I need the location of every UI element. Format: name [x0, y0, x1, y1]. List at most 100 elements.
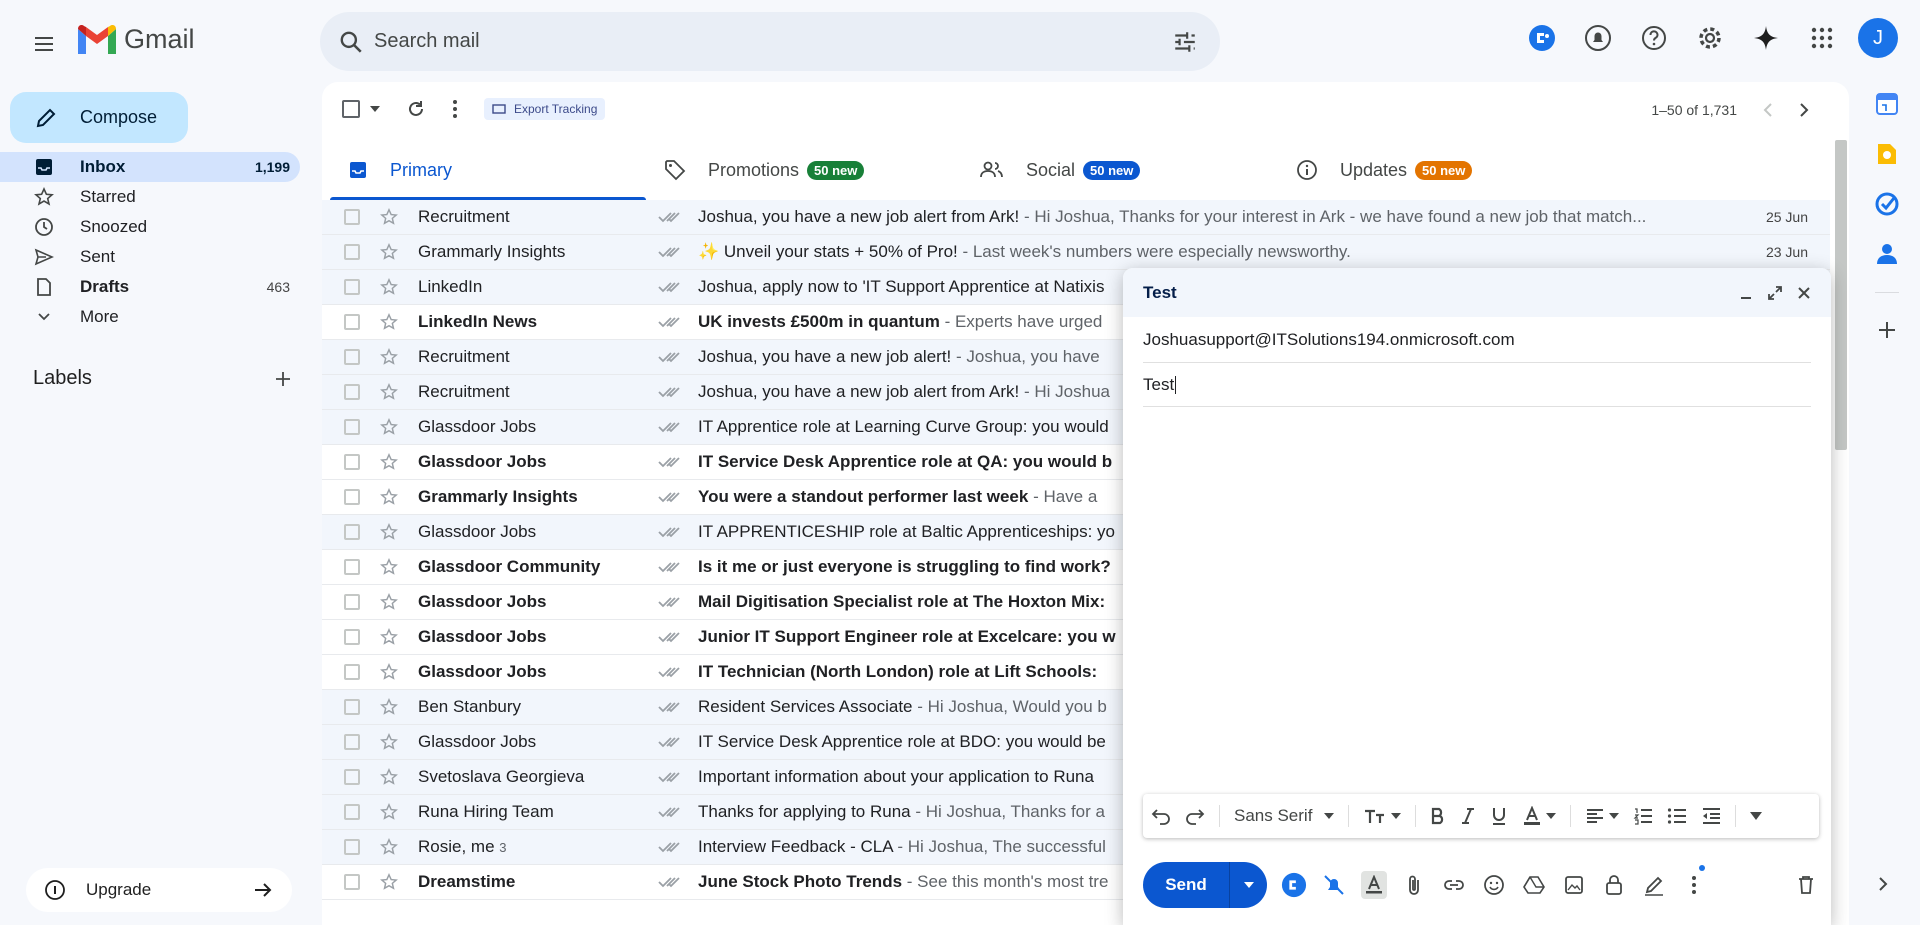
- insert-photo-icon[interactable]: [1561, 875, 1587, 895]
- row-checkbox[interactable]: [344, 594, 360, 610]
- font-size-icon[interactable]: [1363, 807, 1402, 825]
- expand-panel-icon[interactable]: [1877, 876, 1889, 892]
- send-button[interactable]: Send: [1143, 862, 1229, 908]
- extension-icon[interactable]: [1281, 872, 1307, 898]
- indent-less-icon[interactable]: [1701, 807, 1721, 825]
- gmail-logo[interactable]: Gmail: [78, 24, 195, 55]
- search-icon[interactable]: [338, 29, 364, 55]
- signature-pen-icon[interactable]: [1641, 874, 1667, 896]
- row-checkbox[interactable]: [344, 804, 360, 820]
- minimize-icon[interactable]: [1739, 286, 1753, 300]
- row-checkbox[interactable]: [344, 664, 360, 680]
- chevron-right-icon[interactable]: [1799, 102, 1809, 118]
- export-tracking-button[interactable]: Export Tracking: [484, 98, 606, 120]
- star-icon[interactable]: [380, 768, 398, 786]
- bold-icon[interactable]: [1430, 807, 1446, 825]
- row-checkbox[interactable]: [344, 349, 360, 365]
- star-icon[interactable]: [380, 348, 398, 366]
- star-icon[interactable]: [380, 383, 398, 401]
- row-checkbox[interactable]: [344, 489, 360, 505]
- star-icon[interactable]: [380, 558, 398, 576]
- row-checkbox[interactable]: [344, 314, 360, 330]
- apps-grid-icon[interactable]: [1802, 18, 1842, 58]
- row-checkbox[interactable]: [344, 524, 360, 540]
- more-vert-icon[interactable]: [452, 99, 458, 119]
- row-checkbox[interactable]: [344, 734, 360, 750]
- search-input[interactable]: [374, 12, 1134, 71]
- tab-updates[interactable]: Updates 50 new: [1278, 140, 1594, 200]
- notification-off-icon[interactable]: [1321, 873, 1347, 897]
- drive-icon[interactable]: [1521, 875, 1547, 895]
- star-icon[interactable]: [380, 208, 398, 226]
- upgrade-button[interactable]: Upgrade: [26, 868, 292, 912]
- italic-icon[interactable]: [1460, 807, 1476, 825]
- star-icon[interactable]: [380, 733, 398, 751]
- underline-icon[interactable]: [1490, 806, 1508, 826]
- row-checkbox[interactable]: [344, 454, 360, 470]
- row-checkbox[interactable]: [344, 559, 360, 575]
- search-options-icon[interactable]: [1172, 29, 1198, 55]
- calendar-icon[interactable]: [1875, 92, 1899, 116]
- numbered-list-icon[interactable]: [1633, 807, 1653, 825]
- star-icon[interactable]: [380, 313, 398, 331]
- refresh-icon[interactable]: [406, 99, 426, 119]
- main-menu-button[interactable]: [24, 24, 64, 64]
- insert-link-icon[interactable]: [1441, 878, 1467, 892]
- star-icon[interactable]: [380, 698, 398, 716]
- align-icon[interactable]: [1585, 807, 1620, 825]
- row-checkbox[interactable]: [344, 384, 360, 400]
- chevron-left-icon[interactable]: [1763, 102, 1773, 118]
- row-checkbox[interactable]: [344, 839, 360, 855]
- row-checkbox[interactable]: [344, 209, 360, 225]
- tab-primary[interactable]: Primary: [330, 140, 646, 200]
- redo-icon[interactable]: [1185, 807, 1205, 825]
- keep-icon[interactable]: [1876, 142, 1898, 166]
- subject-field[interactable]: Test: [1143, 363, 1811, 407]
- star-icon[interactable]: [380, 488, 398, 506]
- select-all-checkbox[interactable]: [342, 100, 380, 118]
- star-icon[interactable]: [380, 523, 398, 541]
- sidebar-item-more[interactable]: More: [0, 302, 300, 332]
- star-icon[interactable]: [380, 243, 398, 261]
- font-family-select[interactable]: Sans Serif: [1234, 806, 1335, 826]
- tab-social[interactable]: Social 50 new: [962, 140, 1278, 200]
- row-checkbox[interactable]: [344, 419, 360, 435]
- settings-gear-icon[interactable]: [1690, 18, 1730, 58]
- row-checkbox[interactable]: [344, 699, 360, 715]
- star-icon[interactable]: [380, 593, 398, 611]
- emoji-icon[interactable]: [1481, 874, 1507, 896]
- compose-button[interactable]: Compose: [10, 92, 188, 143]
- account-avatar[interactable]: J: [1858, 18, 1898, 58]
- star-icon[interactable]: [380, 628, 398, 646]
- notifications-icon[interactable]: [1578, 18, 1618, 58]
- send-options-button[interactable]: [1229, 862, 1267, 908]
- tab-promotions[interactable]: Promotions 50 new: [646, 140, 962, 200]
- star-icon[interactable]: [380, 873, 398, 891]
- sidebar-item-starred[interactable]: Starred: [0, 182, 300, 212]
- more-options-icon[interactable]: [1681, 865, 1707, 895]
- scrollbar[interactable]: [1835, 140, 1847, 450]
- sidebar-item-inbox[interactable]: Inbox 1,199: [0, 152, 300, 182]
- star-icon[interactable]: [380, 803, 398, 821]
- message-body[interactable]: [1123, 407, 1831, 797]
- star-icon[interactable]: [380, 453, 398, 471]
- attach-file-icon[interactable]: [1401, 874, 1427, 896]
- row-checkbox[interactable]: [344, 244, 360, 260]
- recipients-field[interactable]: Joshuasupport@ITSolutions194.onmicrosoft…: [1143, 317, 1811, 363]
- tasks-icon[interactable]: [1875, 192, 1899, 216]
- sidebar-item-snoozed[interactable]: Snoozed: [0, 212, 300, 242]
- row-checkbox[interactable]: [344, 629, 360, 645]
- table-row[interactable]: Recruitment Joshua, you have a new job a…: [322, 200, 1830, 235]
- gemini-sparkle-icon[interactable]: [1746, 18, 1786, 58]
- compose-header[interactable]: Test: [1123, 268, 1831, 317]
- add-addon-icon[interactable]: [1876, 319, 1898, 341]
- extension-icon[interactable]: [1522, 18, 1562, 58]
- add-label-icon[interactable]: [273, 369, 293, 389]
- confidential-lock-icon[interactable]: [1601, 874, 1627, 896]
- bulleted-list-icon[interactable]: [1667, 807, 1687, 825]
- sidebar-item-sent[interactable]: Sent: [0, 242, 300, 272]
- text-color-icon[interactable]: [1522, 806, 1557, 826]
- row-checkbox[interactable]: [344, 769, 360, 785]
- star-icon[interactable]: [380, 838, 398, 856]
- formatting-options-icon[interactable]: [1361, 871, 1387, 899]
